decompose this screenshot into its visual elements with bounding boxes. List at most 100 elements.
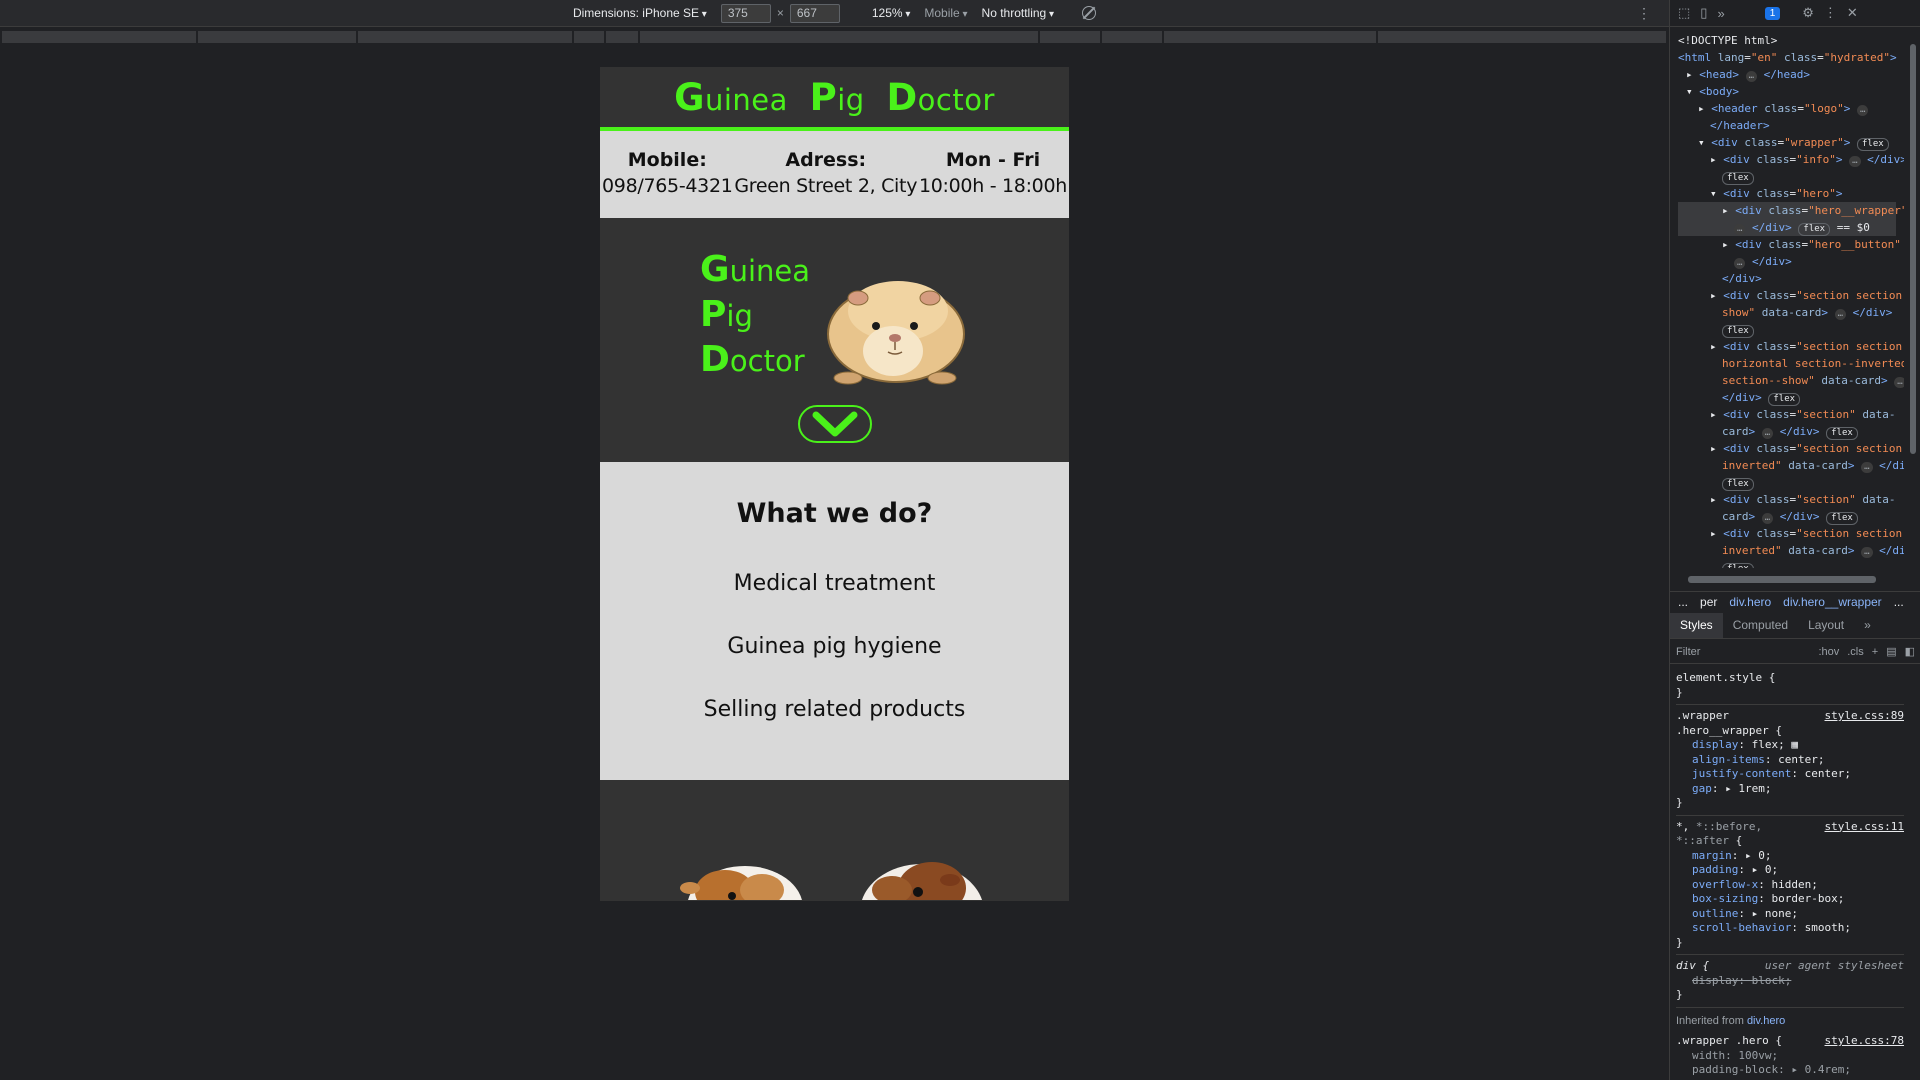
dom-node[interactable]: inverted" data-card> … </div [1678, 457, 1904, 474]
inspect-element-icon[interactable]: ⬚ [1678, 5, 1690, 21]
dom-node[interactable]: flex [1678, 321, 1896, 338]
service-item: Medical treatment [733, 571, 936, 596]
styles-filter-bar: Filter :hov .cls + ▤ ◧ [1670, 640, 1920, 664]
dom-node[interactable]: ▾ <div class="hero"> [1678, 185, 1896, 202]
device-type-select[interactable]: Mobile [924, 6, 967, 20]
issues-badge[interactable]: 1 [1764, 6, 1781, 20]
style-rule[interactable]: div {user agent stylesheet display: bloc… [1676, 955, 1904, 1008]
dom-node[interactable]: flex [1678, 474, 1896, 491]
dom-node-selected[interactable]: … </div> flex == $0 [1678, 219, 1896, 236]
customize-icon[interactable]: ⋮ [1824, 5, 1837, 21]
guinea-pig-photo-section [600, 780, 1069, 900]
info-value: 098/765-4321 [602, 175, 733, 197]
viewport-height-input[interactable] [789, 3, 840, 23]
style-rule[interactable]: *, *::before, style.css:11 *::after { mar… [1676, 816, 1904, 955]
dom-node[interactable]: inverted" data-card> … </div [1678, 542, 1904, 559]
tab-styles[interactable]: Styles [1670, 613, 1723, 638]
dom-node[interactable]: ▸ <header class="logo"> … [1678, 100, 1896, 117]
tab-computed[interactable]: Computed [1723, 613, 1798, 638]
breadcrumb-item[interactable]: ... [1678, 595, 1688, 610]
dom-node[interactable]: card> … </div> flex [1678, 423, 1896, 440]
throttling-select[interactable]: No throttling [982, 6, 1055, 20]
dom-node[interactable]: ▸ <div class="section" data- [1678, 491, 1896, 508]
dom-node[interactable]: ▸ <div class="section section- [1678, 440, 1904, 457]
hero-title: Guinea Pig Doctor [700, 248, 810, 383]
style-rule[interactable]: element.style {} [1676, 667, 1904, 705]
logo-text: ig [837, 82, 865, 117]
dom-node[interactable]: ▸ <div class="hero__button" [1678, 236, 1901, 253]
dom-node[interactable]: ▾ <div class="wrapper"> flex [1678, 134, 1896, 151]
breadcrumb-item[interactable]: per [1700, 595, 1717, 610]
device-toggle-icon[interactable]: ▯ [1700, 5, 1707, 21]
dom-node[interactable]: ▾ <body> [1678, 83, 1896, 100]
dom-node[interactable]: card> … </div> flex [1678, 508, 1896, 525]
dom-node[interactable]: ▸ <div class="section section- [1678, 525, 1904, 542]
device-viewport: Guinea Pig Doctor Mobile: 098/765-4321 A… [600, 67, 1069, 901]
dom-node[interactable]: flex [1678, 168, 1896, 185]
paint-icon[interactable]: ▤ [1886, 645, 1896, 658]
breadcrumb-item[interactable]: div.hero [1729, 595, 1771, 610]
hero: Guinea Pig Doctor [600, 218, 1069, 462]
section-title: What we do? [736, 498, 933, 529]
new-rule-icon[interactable]: + [1872, 646, 1878, 658]
hero-text: octor [729, 344, 805, 378]
logo-letter: G [674, 75, 705, 119]
dom-node[interactable]: <!DOCTYPE html> [1678, 32, 1896, 49]
dom-node[interactable]: horizontal section--inverted [1678, 355, 1904, 372]
hero-text: ig [726, 299, 753, 333]
dom-node[interactable]: … </div> [1678, 253, 1896, 270]
info-label: Mobile: [627, 149, 707, 171]
more-tabs-icon[interactable]: » [1717, 6, 1724, 21]
dom-node[interactable]: ▸ <head> … </head> [1678, 66, 1896, 83]
dom-tree-scrollbar[interactable] [1908, 34, 1918, 564]
logo-letter: D [886, 75, 918, 119]
styles-tabs: Styles Computed Layout » [1670, 613, 1920, 639]
style-rule[interactable]: .wrapper style.css:89 .hero__wrapper { di… [1676, 705, 1904, 816]
more-options-icon[interactable]: ⋮ [1637, 5, 1651, 22]
dom-node[interactable]: ▸ <div class="section section- [1678, 338, 1904, 355]
dom-node[interactable]: <html lang="en" class="hydrated"> [1678, 49, 1897, 66]
class-toggle[interactable]: .cls [1847, 646, 1864, 658]
styles-pane[interactable]: element.style {} .wrapper style.css:89 .h… [1670, 665, 1910, 1080]
device-dimensions-select[interactable]: Dimensions: iPhone SE [573, 6, 707, 20]
info-label: Adress: [785, 149, 867, 171]
style-rule[interactable]: .wrapper .hero {style.css:78 width: 100v… [1676, 1030, 1904, 1080]
viewport-width-input[interactable] [720, 3, 771, 23]
dom-node[interactable]: flex [1678, 559, 1896, 568]
dom-node[interactable]: </header> [1678, 117, 1896, 134]
dom-node[interactable]: </div> [1678, 270, 1896, 287]
styles-filter-input[interactable]: Filter [1676, 646, 1810, 658]
media-query-bar[interactable] [0, 28, 1669, 46]
dom-tree[interactable]: <!DOCTYPE html> <html lang="en" class="h… [1670, 28, 1904, 568]
hero-text: uinea [729, 254, 810, 288]
site-logo[interactable]: Guinea Pig Doctor [668, 76, 1001, 119]
hover-state-toggle[interactable]: :hov [1818, 646, 1839, 658]
breadcrumb-item[interactable]: ... [1894, 595, 1904, 610]
dom-node[interactable]: </div> flex [1678, 389, 1896, 406]
close-icon[interactable]: ✕ [1847, 5, 1858, 21]
dom-node-selected[interactable]: ▸ <div class="hero__wrapper" [1678, 202, 1904, 219]
info-hours: Mon - Fri 10:00h - 18:00h [919, 149, 1067, 218]
inherited-label: Inherited from div.hero [1676, 1014, 1786, 1027]
guinea-pigs-photo [680, 862, 983, 900]
info-value: Green Street 2, City [734, 175, 918, 197]
zoom-select[interactable]: 125% [872, 6, 911, 20]
dom-node[interactable]: ▸ <div class="info"> … </div> [1678, 151, 1904, 168]
rotate-icon[interactable] [1082, 6, 1097, 20]
settings-icon[interactable]: ⚙ [1802, 5, 1814, 21]
dom-tree-horizontal-scrollbar[interactable] [1678, 573, 1902, 585]
dom-node[interactable]: show" data-card> … </div> [1678, 304, 1896, 321]
chevron-down-icon [812, 411, 858, 437]
tab-layout[interactable]: Layout [1798, 613, 1854, 638]
devtools-panel: ⬚ ▯ » 1 ⚙ ⋮ ✕ <!DOCTYPE html> <html lang… [1669, 0, 1920, 1080]
tab-more[interactable]: » [1854, 613, 1881, 638]
dom-node[interactable]: ▸ <div class="section" data- [1678, 406, 1896, 423]
breadcrumb-item-active[interactable]: div.hero__wrapper [1783, 595, 1882, 610]
info-mobile: Mobile: 098/765-4321 [602, 149, 733, 218]
info-bar: Mobile: 098/765-4321 Adress: Green Stree… [600, 131, 1069, 218]
scroll-down-button[interactable] [798, 405, 872, 443]
dom-node[interactable]: ▸ <div class="section section- [1678, 287, 1904, 304]
dom-node[interactable]: section--show" data-card> … [1678, 372, 1904, 389]
hero-letter: G [700, 249, 730, 290]
sidebar-toggle-icon[interactable]: ◧ [1905, 645, 1915, 658]
